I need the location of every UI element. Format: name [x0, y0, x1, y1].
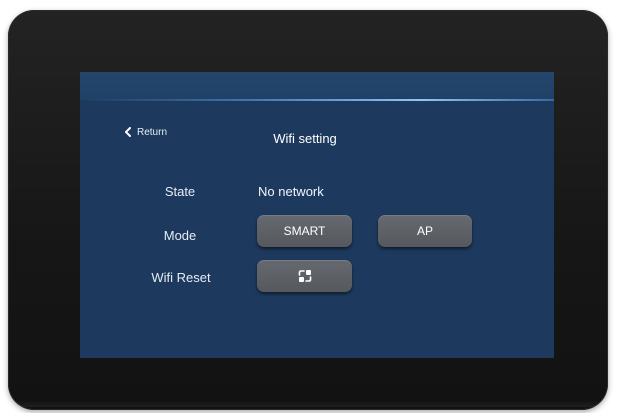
device-bezel: Return Wifi setting State No network Mod… [8, 10, 608, 410]
smart-mode-button[interactable]: SMART [257, 215, 352, 247]
state-label: State [164, 184, 196, 199]
wifi-reset-button[interactable] [257, 260, 352, 292]
chevron-left-icon [125, 127, 131, 137]
page-title: Wifi setting [273, 131, 337, 146]
state-value: No network [258, 184, 324, 199]
return-button[interactable]: Return [124, 125, 167, 139]
status-bar [80, 72, 554, 100]
reset-icon [298, 270, 311, 282]
wifi-reset-label: Wifi Reset [151, 270, 211, 285]
return-label: Return [137, 126, 168, 138]
mode-label: Mode [163, 228, 197, 243]
screen: Return Wifi setting State No network Mod… [80, 72, 554, 358]
status-bar-glow [80, 99, 554, 101]
ap-mode-button[interactable]: AP [378, 215, 472, 247]
